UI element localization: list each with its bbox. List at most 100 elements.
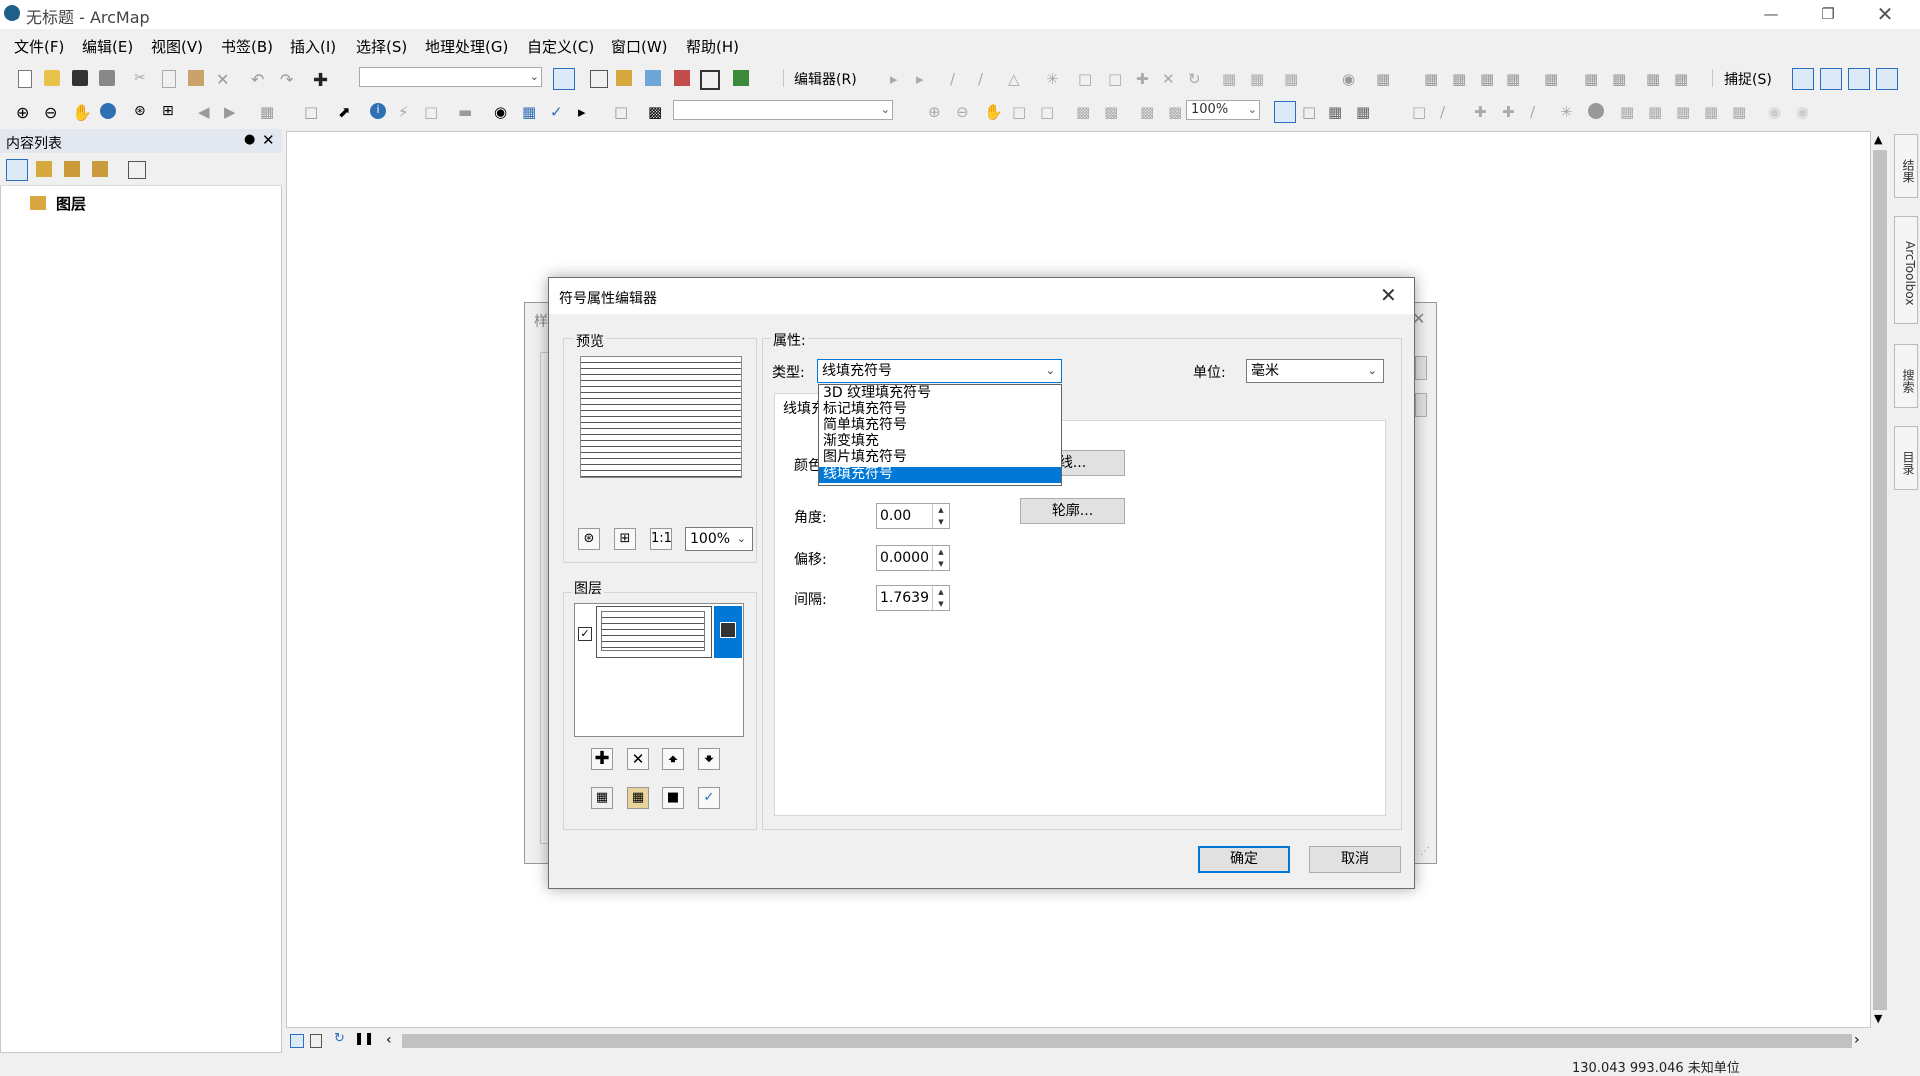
menu-geoprocessing[interactable]: 地理处理(G): [425, 36, 508, 57]
type-option-picture-fill[interactable]: 图片填充符号: [823, 450, 1059, 466]
draw-rect-icon[interactable]: □: [1412, 103, 1428, 121]
full-extent-icon[interactable]: [100, 103, 116, 119]
toggle-draft-icon[interactable]: [1274, 101, 1296, 123]
move-layer-up-icon[interactable]: 🠹: [662, 748, 684, 770]
vertical-scroll-thumb[interactable]: [1873, 150, 1887, 1010]
trace-icon[interactable]: △: [1008, 70, 1024, 88]
reshape-icon[interactable]: □: [1108, 70, 1124, 88]
data-driven-pages-icon[interactable]: ▦: [1356, 103, 1372, 121]
lock-layer-icon[interactable]: ■: [662, 787, 684, 809]
close-icon[interactable]: ✕: [1857, 0, 1913, 29]
vertex-snap-icon[interactable]: [1848, 68, 1870, 90]
group-icon[interactable]: ◉: [1796, 103, 1812, 121]
zoom-in-icon[interactable]: ⊕: [16, 103, 32, 122]
menu-windows[interactable]: 窗口(W): [611, 36, 668, 57]
find-route-icon[interactable]: ▦: [522, 103, 538, 121]
menu-edit[interactable]: 编辑(E): [82, 36, 133, 57]
menu-bookmarks[interactable]: 书签(B): [221, 36, 273, 57]
spacing-spinner[interactable]: 1.7639 ▲ ▼: [876, 585, 950, 611]
rotate-element-icon[interactable]: ◉: [1768, 103, 1784, 121]
pause-drawing-icon[interactable]: ❚❚: [354, 1031, 374, 1045]
layout-100-icon[interactable]: □: [1040, 103, 1056, 121]
draw-curve-icon[interactable]: ✚: [1502, 103, 1518, 121]
copy-layer-icon[interactable]: ▦: [591, 787, 613, 809]
topology-icon[interactable]: ▦: [1376, 70, 1392, 88]
cut-icon[interactable]: ✂: [134, 70, 150, 86]
cut-polygons-icon[interactable]: ✚: [1136, 70, 1152, 88]
select-features-icon[interactable]: ▦: [260, 103, 276, 121]
horizontal-scroll-thumb[interactable]: [402, 1034, 1852, 1048]
dialog-close-icon[interactable]: ✕: [1380, 283, 1397, 307]
edit-annotation-icon[interactable]: ▸: [916, 70, 932, 88]
focus-data-frame-icon[interactable]: □: [1302, 103, 1318, 121]
list-by-selection-icon[interactable]: [92, 161, 108, 177]
snapping-menu[interactable]: 捕捉(S): [1724, 69, 1772, 89]
delete-icon[interactable]: ✕: [216, 70, 232, 89]
splines-icon[interactable]: ▦: [1648, 103, 1664, 121]
menu-view[interactable]: 视图(V): [151, 36, 203, 57]
draw-freehand-icon[interactable]: ∕: [1530, 103, 1546, 121]
add-data-icon[interactable]: ✚: [313, 70, 329, 91]
time-slider-icon[interactable]: ▸: [578, 103, 594, 121]
edit-vertices-icon[interactable]: □: [1078, 70, 1094, 88]
extend-icon[interactable]: ▦: [1452, 70, 1468, 88]
create-viewer-icon[interactable]: ▩: [648, 103, 664, 121]
catalog-window-icon[interactable]: [616, 70, 632, 86]
ok-button[interactable]: 确定: [1198, 846, 1290, 873]
outline-button[interactable]: 轮廓...: [1020, 498, 1125, 524]
toc-close-icon[interactable]: ✕: [262, 131, 275, 149]
draw-point-icon[interactable]: ✚: [1474, 103, 1490, 121]
viewer-window-icon[interactable]: □: [614, 103, 630, 121]
hyperlink-icon[interactable]: ⚡: [398, 103, 414, 121]
point-icon[interactable]: ✳: [1046, 70, 1062, 88]
layout-fixed-out-icon[interactable]: ▩: [1104, 103, 1120, 121]
preview-zoom-out-icon[interactable]: ⊞: [614, 528, 636, 550]
preview-actual-size-icon[interactable]: 1:1: [650, 528, 672, 550]
ellipse-icon[interactable]: ▦: [1676, 103, 1692, 121]
search-window-icon[interactable]: [645, 70, 661, 86]
fixed-zoom-in-icon[interactable]: ⊛: [134, 103, 150, 119]
toc-window-icon[interactable]: [590, 70, 608, 88]
remove-layer-icon[interactable]: ✕: [627, 748, 649, 770]
layout-full-icon[interactable]: □: [1012, 103, 1028, 121]
list-by-drawing-order-icon[interactable]: [6, 159, 28, 181]
resize-grip-icon[interactable]: ⋰: [1420, 846, 1430, 857]
clear-selection-icon[interactable]: □: [304, 103, 320, 121]
advanced-edit-icon[interactable]: ▦: [1424, 70, 1440, 88]
draw-line-icon[interactable]: ∕: [1440, 103, 1456, 121]
move-layer-down-icon[interactable]: 🠻: [698, 748, 720, 770]
menu-help[interactable]: 帮助(H): [686, 36, 739, 57]
toc-root-layer[interactable]: 图层: [56, 193, 86, 214]
refresh-icon[interactable]: ↻: [334, 1031, 345, 1046]
align-icon[interactable]: ▦: [1674, 70, 1690, 88]
unit-select[interactable]: 毫米 ⌄: [1246, 359, 1384, 383]
forward-extent-icon[interactable]: ▶: [224, 103, 240, 121]
go-to-xy-icon[interactable]: ✓: [550, 103, 566, 121]
arctoolbox-icon[interactable]: [674, 70, 690, 86]
offset-spinner[interactable]: 0.0000 ▲ ▼: [876, 545, 950, 571]
undo-icon[interactable]: ↶: [251, 70, 267, 89]
layout-pan-icon[interactable]: ✋: [984, 103, 1003, 121]
pin-icon[interactable]: ●: [244, 132, 255, 147]
zoom-out-icon[interactable]: ⊖: [44, 103, 60, 122]
redo-icon[interactable]: ↷: [280, 70, 296, 89]
symbol-selector-button-2[interactable]: [1415, 393, 1427, 417]
editor-menu[interactable]: 编辑器(R): [794, 69, 857, 89]
fillet-icon[interactable]: ▦: [1544, 70, 1560, 88]
list-by-visibility-icon[interactable]: [64, 161, 80, 177]
dock-tab-catalog[interactable]: 目录: [1894, 426, 1918, 490]
layout-zoom-out-icon[interactable]: ⊖: [956, 103, 972, 121]
dock-tab-search[interactable]: 搜索: [1894, 344, 1918, 408]
cancel-button[interactable]: 取消: [1309, 846, 1401, 873]
trim-icon[interactable]: ▦: [1480, 70, 1496, 88]
layout-fixed-in-icon[interactable]: ▩: [1076, 103, 1092, 121]
type-option-gradient-fill[interactable]: 渐变填充: [823, 434, 1059, 450]
save-icon[interactable]: [72, 70, 88, 86]
reset-layer-icon[interactable]: ✓: [698, 787, 720, 809]
type-select[interactable]: 线填充符号 ⌄: [817, 359, 1062, 383]
menu-file[interactable]: 文件(F): [14, 36, 64, 57]
draw-circle-icon[interactable]: [1588, 103, 1604, 119]
sketch-properties-icon[interactable]: ▦: [1250, 70, 1266, 88]
attributes-icon[interactable]: ▦: [1222, 70, 1238, 88]
paste-layer-icon[interactable]: ▦: [627, 787, 649, 809]
